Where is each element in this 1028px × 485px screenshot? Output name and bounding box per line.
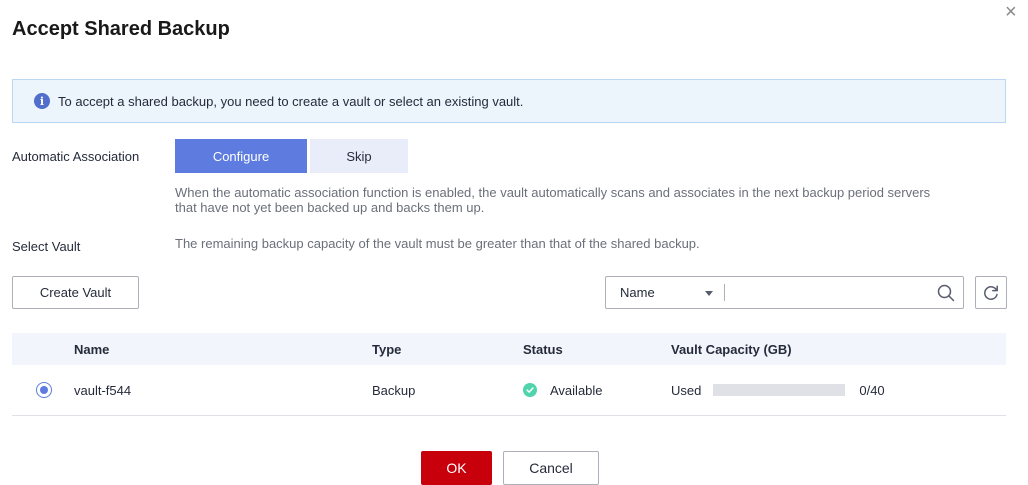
automatic-association-label: Automatic Association xyxy=(12,149,140,164)
close-icon[interactable]: × xyxy=(1005,2,1017,22)
select-vault-hint: The remaining backup capacity of the vau… xyxy=(175,236,700,251)
skip-button[interactable]: Skip xyxy=(310,139,408,173)
configure-button[interactable]: Configure xyxy=(175,139,307,173)
refresh-icon xyxy=(984,284,998,300)
search-icon[interactable] xyxy=(929,277,963,308)
association-hint-line2: that have not yet been backed up and bac… xyxy=(175,200,485,215)
search-box: Name xyxy=(605,276,964,309)
column-header-name[interactable]: Name xyxy=(74,333,109,365)
check-circle-icon xyxy=(523,383,537,397)
chevron-down-icon xyxy=(705,291,713,296)
search-field-selected: Name xyxy=(620,285,655,300)
select-vault-label: Select Vault xyxy=(12,239,81,254)
capacity-value: 0/40 xyxy=(859,382,885,398)
search-field-select[interactable]: Name xyxy=(606,277,724,308)
table-header: Name Type Status Vault Capacity (GB) xyxy=(12,333,1006,365)
dialog-title: Accept Shared Backup xyxy=(12,18,230,40)
column-header-type[interactable]: Type xyxy=(372,333,401,365)
radio-selected-dot xyxy=(40,386,48,394)
info-icon: i xyxy=(34,93,50,109)
capacity-usage-bar xyxy=(713,384,846,396)
table-row[interactable]: vault-f544 Backup Available Used 0/40 xyxy=(12,365,1006,416)
info-banner: i To accept a shared backup, you need to… xyxy=(12,79,1006,123)
association-hint-line1: When the automatic association function … xyxy=(175,185,931,200)
create-vault-button[interactable]: Create Vault xyxy=(12,276,139,309)
vault-radio[interactable] xyxy=(36,382,52,398)
vault-name: vault-f544 xyxy=(74,382,132,398)
search-input[interactable] xyxy=(725,277,929,308)
vault-type: Backup xyxy=(372,382,416,398)
refresh-button[interactable] xyxy=(975,276,1007,309)
info-text: To accept a shared backup, you need to c… xyxy=(58,93,524,109)
vault-status: Available xyxy=(550,382,603,398)
column-header-vault-capacity[interactable]: Vault Capacity (GB) xyxy=(671,333,792,365)
used-label: Used xyxy=(671,382,702,398)
column-header-status[interactable]: Status xyxy=(523,333,563,365)
